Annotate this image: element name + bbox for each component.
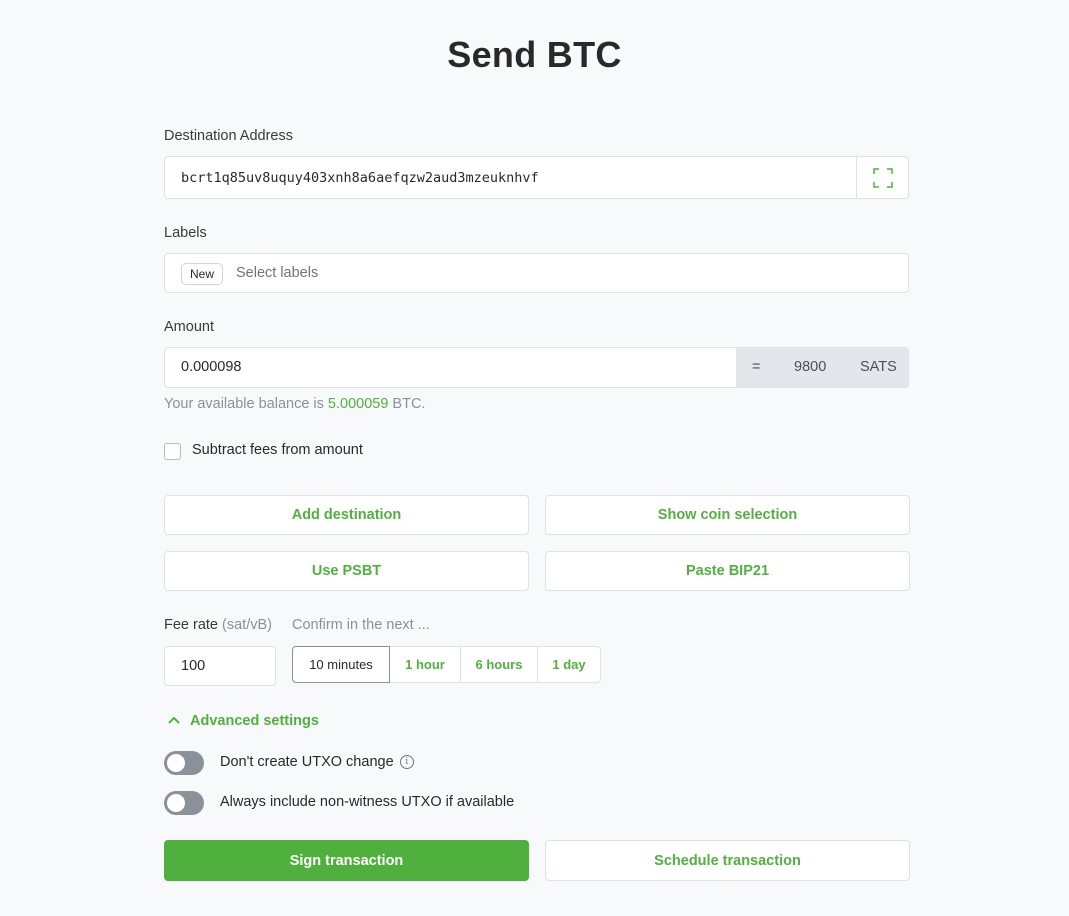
destination-address-value[interactable]: bcrt1q85uv8uquy403xnh8a6aefqzw2aud3mzeuk… <box>181 170 539 186</box>
fee-option-6-hours[interactable]: 6 hours <box>460 646 538 683</box>
balance-value[interactable]: 5.000059 <box>328 396 388 412</box>
toggle-knob <box>167 754 185 772</box>
no-utxo-change-text: Don't create UTXO change <box>220 754 394 770</box>
amount-value[interactable]: 0.000098 <box>181 359 241 375</box>
qr-scan-button[interactable] <box>856 157 908 198</box>
equals-sign: = <box>752 359 761 375</box>
qr-scan-icon <box>872 167 893 188</box>
sats-unit: SATS <box>860 359 897 375</box>
destination-label: Destination Address <box>164 128 293 144</box>
non-witness-utxo-label: Always include non-witness UTXO if avail… <box>220 794 515 810</box>
page-title: Send BTC <box>447 34 622 75</box>
fee-rate-label-text: Fee rate <box>164 617 218 633</box>
fee-rate-label: Fee rate (sat/vB) <box>164 617 272 633</box>
non-witness-utxo-toggle[interactable] <box>164 791 204 815</box>
no-utxo-change-label: Don't create UTXO change i <box>220 754 414 770</box>
labels-placeholder: Select labels <box>236 265 319 281</box>
fee-rate-value[interactable]: 100 <box>181 658 205 674</box>
amount-input[interactable]: 0.000098 <box>164 347 737 388</box>
fee-rate-input[interactable]: 100 <box>164 646 276 686</box>
fee-option-10-minutes[interactable]: 10 minutes <box>292 646 390 683</box>
labels-label: Labels <box>164 225 207 241</box>
advanced-settings-label: Advanced settings <box>190 713 319 729</box>
available-balance: Your available balance is 5.000059 BTC. <box>164 396 425 412</box>
subtract-fees-checkbox[interactable] <box>164 443 181 460</box>
toggle-knob <box>167 794 185 812</box>
destination-address-field[interactable]: bcrt1q85uv8uquy403xnh8a6aefqzw2aud3mzeuk… <box>164 156 909 199</box>
show-coin-selection-button[interactable]: Show coin selection <box>545 495 910 535</box>
amount-label: Amount <box>164 319 214 335</box>
sats-conversion: = 9800 SATS <box>736 347 909 388</box>
use-psbt-button[interactable]: Use PSBT <box>164 551 529 591</box>
chevron-up-icon <box>168 716 180 724</box>
sats-value: 9800 <box>794 359 827 375</box>
subtract-fees-label[interactable]: Subtract fees from amount <box>192 442 363 458</box>
fee-option-1-hour[interactable]: 1 hour <box>389 646 461 683</box>
balance-prefix: Your available balance is <box>164 396 328 412</box>
info-icon[interactable]: i <box>399 755 414 770</box>
add-destination-button[interactable]: Add destination <box>164 495 529 535</box>
labels-select[interactable]: New Select labels <box>164 253 909 293</box>
paste-bip21-button[interactable]: Paste BIP21 <box>545 551 910 591</box>
confirm-label: Confirm in the next ... <box>292 617 430 633</box>
fee-rate-unit: (sat/vB) <box>222 617 272 633</box>
no-utxo-change-toggle[interactable] <box>164 751 204 775</box>
new-label-badge: New <box>181 263 224 285</box>
fee-option-1-day[interactable]: 1 day <box>537 646 601 683</box>
sign-transaction-button[interactable]: Sign transaction <box>164 840 529 881</box>
schedule-transaction-button[interactable]: Schedule transaction <box>545 840 910 881</box>
advanced-settings-toggle[interactable]: Advanced settings <box>168 713 319 729</box>
balance-suffix: BTC. <box>388 396 426 412</box>
